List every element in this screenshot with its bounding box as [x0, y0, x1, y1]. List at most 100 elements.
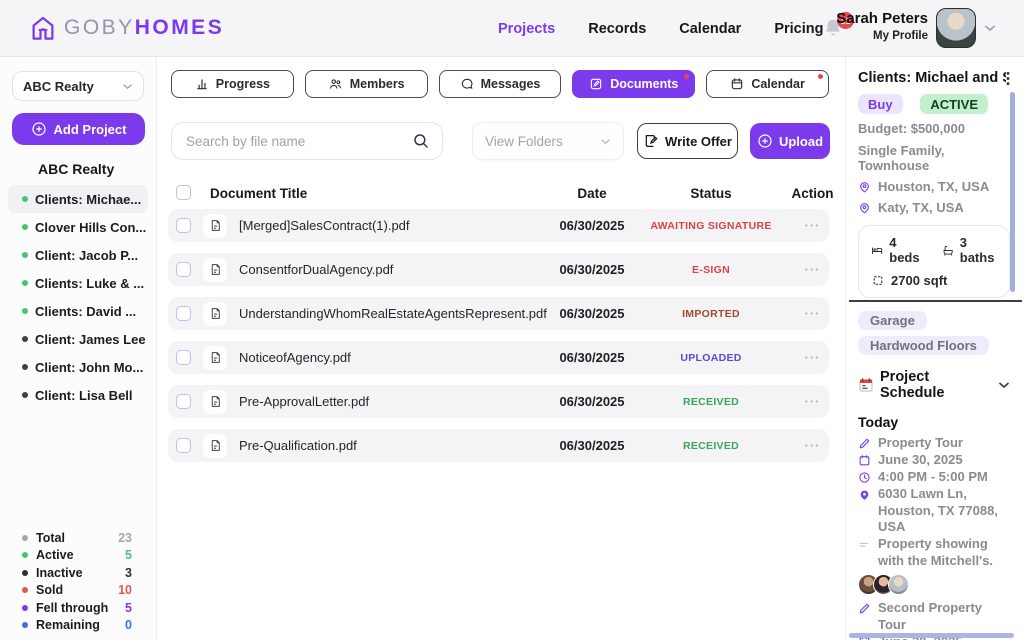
attendee-avatars: [858, 574, 1010, 595]
schedule-calendar-icon: [858, 377, 874, 393]
column-header-action: Action: [790, 186, 835, 201]
write-offer-button[interactable]: Write Offer: [637, 123, 738, 159]
user-menu[interactable]: Sarah Peters My Profile: [836, 9, 928, 43]
row-actions-button[interactable]: ···: [790, 306, 835, 321]
row-actions-button[interactable]: ···: [790, 350, 835, 365]
nav-calendar[interactable]: Calendar: [679, 21, 741, 37]
stat-dot: [22, 605, 28, 611]
status-dot: [22, 392, 28, 398]
chevron-down-icon[interactable]: [984, 24, 996, 32]
row-checkbox[interactable]: [176, 394, 191, 409]
row-checkbox[interactable]: [176, 438, 191, 453]
status-dot: [22, 364, 28, 370]
location-item: Houston, TX, USA: [858, 179, 1010, 194]
intent-badge: Buy: [858, 94, 903, 114]
nav-projects[interactable]: Projects: [498, 21, 555, 37]
stat-row: Fell through 5: [0, 599, 156, 617]
select-all-checkbox[interactable]: [176, 185, 191, 200]
nav-records[interactable]: Records: [588, 21, 646, 37]
status-badge: IMPORTED: [646, 308, 776, 320]
event-name-row: Second Property Tour: [858, 600, 1010, 633]
row-checkbox[interactable]: [176, 218, 191, 233]
avatar: [888, 574, 909, 595]
table-row: Pre-Qualification.pdf 06/30/2025 RECEIVE…: [168, 429, 829, 462]
event-date-row: June 30, 2025: [858, 452, 1010, 469]
status-badge: UPLOADED: [646, 352, 776, 364]
client-details-panel: Clients: Michael and S... Buy ACTIVE Bud…: [845, 57, 1024, 640]
search-input[interactable]: [171, 122, 443, 160]
property-types-text: Single Family, Townhouse: [858, 143, 1010, 173]
tab-progress[interactable]: Progress: [171, 70, 294, 98]
column-header-title: Document Title: [210, 186, 307, 201]
stat-dot: [22, 552, 28, 558]
file-icon: [203, 346, 227, 370]
vertical-scrollbar[interactable]: [1010, 92, 1015, 292]
map-pin-icon: [858, 201, 871, 215]
file-search: [171, 122, 443, 160]
project-item[interactable]: Client: Lisa Bell: [8, 381, 148, 409]
row-checkbox[interactable]: [176, 350, 191, 365]
sqft-value: 2700 sqft: [891, 273, 947, 288]
tab-calendar[interactable]: Calendar: [706, 70, 829, 98]
project-item[interactable]: Client: James Lee: [8, 325, 148, 353]
project-schedule-header[interactable]: Project Schedule: [858, 369, 1010, 401]
baths-value: 3 baths: [960, 235, 997, 265]
client-title: Clients: Michael and S...: [858, 70, 1006, 86]
tab-messages[interactable]: Messages: [439, 70, 562, 98]
org-select[interactable]: ABC Realty: [12, 71, 144, 101]
row-actions-button[interactable]: ···: [790, 262, 835, 277]
calendar-icon: [858, 454, 871, 467]
file-icon: [203, 214, 227, 238]
status-dot: [22, 224, 28, 230]
brand-logo[interactable]: GOBY HOMES: [28, 13, 224, 43]
upload-button[interactable]: Upload: [750, 123, 830, 159]
notes-icon: [858, 538, 871, 551]
view-folders-select[interactable]: View Folders: [472, 122, 624, 160]
project-item[interactable]: Clients: David ...: [8, 297, 148, 325]
top-navbar: GOBY HOMES Projects Records Calendar Pri…: [0, 0, 1024, 57]
table-row: [Merged]SalesContract(1).pdf 06/30/2025 …: [168, 209, 829, 242]
stat-row: Inactive 3: [0, 564, 156, 582]
horizontal-scrollbar[interactable]: [849, 633, 1014, 638]
budget-text: Budget: $500,000: [858, 121, 1010, 136]
bath-icon: [942, 244, 954, 257]
status-badge: ACTIVE: [920, 94, 988, 114]
project-item[interactable]: Client: Jacob P...: [8, 241, 148, 269]
table-header: Document Title Date Status Action: [168, 185, 829, 203]
brand-name-bold: HOMES: [135, 16, 225, 40]
row-actions-button[interactable]: ···: [790, 218, 835, 233]
projects-sidebar: ABC Realty Add Project ABC Realty Client…: [0, 57, 157, 640]
chevron-down-icon: [600, 138, 611, 145]
search-icon[interactable]: [412, 132, 430, 150]
today-heading: Today: [858, 414, 1010, 430]
project-item[interactable]: Clients: Michae...: [8, 185, 148, 213]
section-divider: [849, 300, 1022, 302]
map-pin-icon: [858, 488, 871, 502]
project-item[interactable]: Client: John Mo...: [8, 353, 148, 381]
row-actions-button[interactable]: ···: [790, 394, 835, 409]
kebab-menu-icon[interactable]: [1006, 70, 1010, 86]
file-icon: [203, 302, 227, 326]
view-folders-value: View Folders: [485, 134, 600, 149]
table-row: UnderstandingWhomRealEstateAgentsReprese…: [168, 297, 829, 330]
message-icon: [460, 77, 474, 91]
tab-documents[interactable]: Documents: [572, 70, 695, 98]
project-item[interactable]: Clover Hills Con...: [8, 213, 148, 241]
add-project-button[interactable]: Add Project: [12, 113, 145, 145]
file-icon: [203, 258, 227, 282]
table-row: ConsentforDualAgency.pdf 06/30/2025 E-SI…: [168, 253, 829, 286]
user-avatar[interactable]: [936, 8, 976, 48]
status-dot: [22, 196, 28, 202]
row-actions-button[interactable]: ···: [790, 438, 835, 453]
house-logo-icon: [28, 13, 58, 43]
clock-icon: [858, 471, 871, 484]
tab-members[interactable]: Members: [305, 70, 428, 98]
write-icon: [643, 133, 659, 149]
status-badge: E-SIGN: [646, 264, 776, 276]
row-checkbox[interactable]: [176, 306, 191, 321]
document-edit-icon: [589, 77, 603, 91]
nav-pricing[interactable]: Pricing: [774, 21, 823, 37]
row-checkbox[interactable]: [176, 262, 191, 277]
sidebar-section-title: ABC Realty: [0, 161, 156, 177]
project-item[interactable]: Clients: Luke & ...: [8, 269, 148, 297]
